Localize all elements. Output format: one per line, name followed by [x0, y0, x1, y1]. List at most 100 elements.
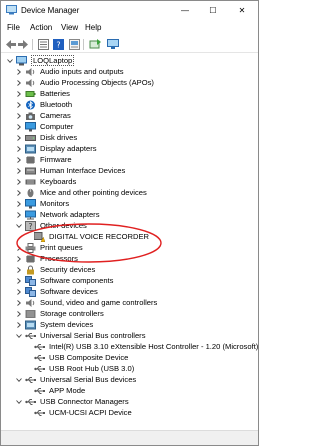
monitor-button[interactable] — [107, 39, 119, 50]
tree-category-mice-and-other-pointing-devices[interactable]: Mice and other pointing devices — [15, 187, 147, 198]
close-button[interactable]: ✕ — [228, 1, 256, 20]
properties-button[interactable] — [37, 39, 49, 50]
disk-icon — [25, 133, 36, 143]
network-icon — [25, 210, 36, 220]
tree-item-label: Universal Serial Bus controllers — [40, 331, 146, 340]
tree-category-cameras[interactable]: Cameras — [15, 110, 71, 121]
action-icon — [68, 39, 80, 50]
chevron-right-icon[interactable] — [15, 320, 23, 330]
chevron-down-icon[interactable] — [15, 331, 23, 341]
usb-icon — [34, 342, 45, 352]
storage-icon — [25, 309, 36, 319]
tree-category-batteries[interactable]: Batteries — [15, 88, 70, 99]
chevron-right-icon[interactable] — [15, 100, 23, 110]
speaker-icon — [25, 298, 36, 308]
chevron-right-icon[interactable] — [15, 276, 23, 286]
chevron-down-icon[interactable] — [6, 56, 14, 66]
chevron-right-icon[interactable] — [15, 133, 23, 143]
tree-category-storage-controllers[interactable]: Storage controllers — [15, 308, 104, 319]
tree-category-disk-drives[interactable]: Disk drives — [15, 132, 77, 143]
chevron-right-icon[interactable] — [15, 287, 23, 297]
tree-item-label: Batteries — [40, 89, 70, 98]
chevron-right-icon[interactable] — [15, 199, 23, 209]
menu-help[interactable]: Help — [85, 23, 101, 32]
monitor-icon — [25, 121, 36, 132]
tree-device-usb-composite-device[interactable]: USB Composite Device — [24, 352, 128, 363]
chevron-right-icon[interactable] — [15, 177, 23, 187]
chevron-right-icon[interactable] — [15, 144, 23, 154]
tree-category-usb-connector-managers[interactable]: USB Connector Managers — [15, 396, 129, 407]
chevron-down-icon[interactable] — [15, 397, 23, 407]
toolbar: ? — [1, 36, 258, 53]
chevron-right-icon[interactable] — [15, 298, 23, 308]
tree-category-security-devices[interactable]: Security devices — [15, 264, 95, 275]
chevron-right-icon[interactable] — [15, 188, 23, 198]
chevron-right-icon[interactable] — [15, 89, 23, 99]
menu-action[interactable]: Action — [30, 23, 52, 32]
tree-item-label: Keyboards — [40, 177, 77, 186]
tree-category-universal-serial-bus-devices[interactable]: Universal Serial Bus devices — [15, 374, 136, 385]
tree-category-network-adapters[interactable]: Network adapters — [15, 209, 100, 220]
usb-icon — [34, 364, 45, 374]
tree-category-human-interface-devices[interactable]: Human Interface Devices — [15, 165, 125, 176]
tree-category-audio-inputs-and-outputs[interactable]: Audio inputs and outputs — [15, 66, 124, 77]
chevron-right-icon[interactable] — [15, 111, 23, 121]
tree-category-universal-serial-bus-controllers[interactable]: Universal Serial Bus controllers — [15, 330, 146, 341]
usb-icon — [25, 397, 36, 407]
tree-device-usb-root-hub-usb-3-0[interactable]: USB Root Hub (USB 3.0) — [24, 363, 134, 374]
back-icon — [6, 40, 16, 49]
tree-category-firmware[interactable]: Firmware — [15, 154, 72, 165]
help-button[interactable]: ? — [52, 39, 64, 50]
chevron-down-icon[interactable] — [15, 375, 23, 385]
tree-category-bluetooth[interactable]: Bluetooth — [15, 99, 72, 110]
tree-category-monitors[interactable]: Monitors — [15, 198, 69, 209]
tree-device-ucm-ucsi-acpi-device[interactable]: UCM-UCSI ACPI Device — [24, 407, 132, 418]
tree-category-system-devices[interactable]: System devices — [15, 319, 93, 330]
chevron-right-icon[interactable] — [15, 155, 23, 165]
chevron-right-icon[interactable] — [15, 309, 23, 319]
action-button[interactable] — [68, 39, 80, 50]
tree-item-label: Security devices — [40, 265, 96, 274]
forward-button[interactable] — [17, 39, 29, 50]
tree-category-keyboards[interactable]: Keyboards — [15, 176, 76, 187]
tree-item-label: Mice and other pointing devices — [40, 188, 147, 197]
chevron-right-icon[interactable] — [15, 166, 23, 176]
tree-category-software-devices[interactable]: Software devices — [15, 286, 98, 297]
tree-item-label: Disk drives — [40, 133, 78, 142]
tree-category-computer[interactable]: Computer — [15, 121, 73, 132]
battery-icon — [25, 89, 36, 99]
menu-file[interactable]: File — [7, 23, 20, 32]
chevron-right-icon[interactable] — [15, 122, 23, 132]
tree-item-label: LOQLaptop — [31, 55, 75, 66]
menu-view[interactable]: View — [61, 23, 78, 32]
chevron-right-icon[interactable] — [15, 265, 23, 275]
tree-device-intel-r-usb-3-10-extensible-host-controller-1-20-microsoft[interactable]: Intel(R) USB 3.10 eXtensible Host Contro… — [24, 341, 258, 352]
speaker-icon — [25, 67, 36, 77]
tree-device-app-mode[interactable]: APP Mode — [24, 385, 85, 396]
tree-category-display-adapters[interactable]: Display adapters — [15, 143, 97, 154]
tree-category-sound-video-and-game-controllers[interactable]: Sound, video and game controllers — [15, 297, 157, 308]
chevron-right-icon[interactable] — [15, 210, 23, 220]
scan-hardware-icon — [89, 39, 101, 49]
hid-icon — [25, 166, 36, 176]
camera-icon — [25, 111, 36, 121]
chevron-right-icon[interactable] — [15, 67, 23, 77]
chevron-right-icon[interactable] — [15, 78, 23, 88]
minimize-button[interactable]: — — [171, 1, 199, 20]
tree-root[interactable]: LOQLaptop — [6, 55, 75, 66]
tree-item-label: Network adapters — [40, 210, 100, 219]
back-button[interactable] — [5, 39, 17, 50]
scan-hardware-button[interactable] — [89, 39, 101, 50]
title-bar: Device Manager — ☐ ✕ — [1, 1, 258, 20]
tree-category-software-components[interactable]: Software components — [15, 275, 113, 286]
minimize-icon: — — [181, 6, 189, 15]
maximize-button[interactable]: ☐ — [199, 1, 227, 20]
tree-item-label: Audio inputs and outputs — [40, 67, 124, 76]
mouse-icon — [25, 188, 36, 198]
tree-category-audio-processing-objects-apos[interactable]: Audio Processing Objects (APOs) — [15, 77, 154, 88]
monitor-icon — [107, 39, 119, 49]
tree-item-label: Computer — [40, 122, 74, 131]
tree-item-label: Software components — [40, 276, 114, 285]
device-manager-icon — [6, 5, 17, 15]
